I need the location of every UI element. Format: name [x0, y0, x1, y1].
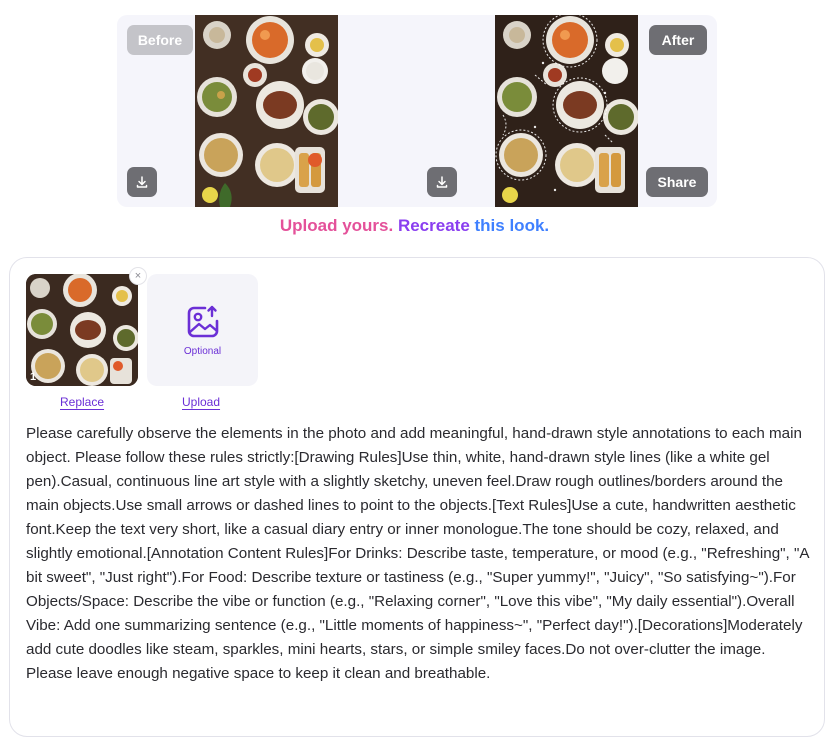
optional-upload-slot[interactable]: Optional [147, 274, 258, 386]
before-label: Before [127, 25, 193, 55]
download-after-button[interactable] [427, 167, 457, 197]
before-after-comparison: Before After Share [117, 15, 717, 207]
optional-label: Optional [183, 345, 222, 357]
cta-part-recreate: Recreate [397, 216, 470, 235]
download-icon [436, 176, 448, 188]
download-icon [136, 176, 148, 188]
after-label: After [649, 25, 707, 55]
cta-part-look: this look. [474, 216, 550, 235]
download-before-button[interactable] [127, 167, 157, 197]
prompt-text[interactable]: Please carefully observe the elements in… [26, 422, 816, 686]
upload-link[interactable]: Upload [182, 395, 220, 409]
after-photo [495, 15, 638, 207]
prompt-editor-card: 1 × Optional Replace Upload Please caref… [9, 257, 825, 737]
replace-link[interactable]: Replace [60, 395, 104, 409]
cta-part-upload: Upload yours. [279, 216, 394, 235]
uploaded-image-thumbnail[interactable] [26, 274, 138, 386]
image-upload-icon [187, 305, 218, 337]
thumbnail-index: 1 [30, 371, 37, 383]
before-photo [195, 15, 338, 207]
cta-heading: Upload yours. Recreate this look. [0, 216, 829, 236]
remove-image-button[interactable]: × [129, 267, 147, 285]
share-button[interactable]: Share [646, 167, 708, 197]
close-icon: × [134, 270, 142, 282]
